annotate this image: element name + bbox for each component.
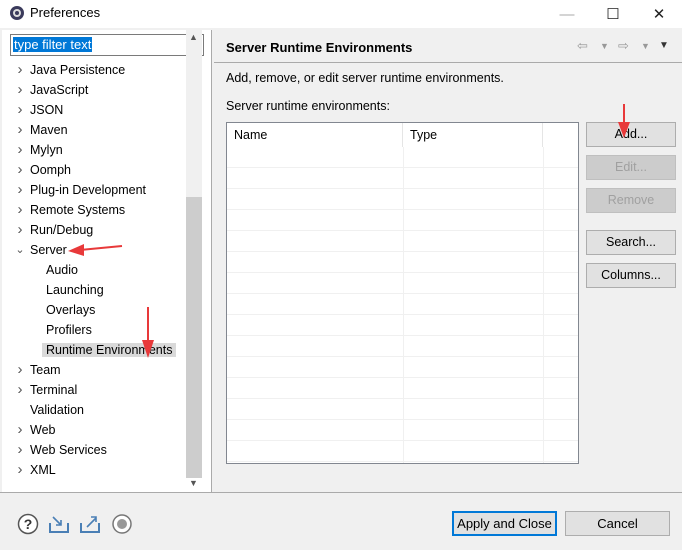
tree-item-label: Validation [30, 403, 84, 417]
tree-item-label: Audio [46, 263, 78, 277]
tree-item-label: Overlays [46, 303, 96, 317]
tree-item[interactable]: › Web Services [18, 440, 107, 460]
chevron-right-icon[interactable]: › [14, 380, 26, 400]
apply-and-close-button[interactable]: Apply and Close [452, 511, 557, 536]
tree-item[interactable]: › Run/Debug [18, 220, 94, 240]
tree-item[interactable]: › Web [18, 420, 56, 440]
tree-item-label: Launching [46, 283, 104, 297]
filter-text: type filter text [13, 37, 93, 52]
list-label: Server runtime environments: [226, 99, 390, 113]
chevron-right-icon[interactable]: › [14, 200, 26, 220]
column-header-name[interactable]: Name [227, 123, 403, 147]
page-description: Add, remove, or edit server runtime envi… [226, 71, 504, 85]
import-icon[interactable] [48, 513, 70, 535]
tree-item-label: Oomph [30, 163, 71, 177]
scroll-up-icon[interactable]: ▲ [189, 32, 198, 42]
tree-item-label: Plug-in Development [30, 183, 147, 197]
tree-item[interactable]: › Remote Systems [18, 200, 126, 220]
tree-item-label: XML [30, 463, 56, 477]
chevron-right-icon[interactable]: › [14, 160, 26, 180]
tree-item-label: JavaScript [30, 83, 89, 97]
chevron-right-icon[interactable]: › [14, 220, 26, 240]
dialog-footer: ? Apply and Close Cancel [0, 492, 682, 550]
chevron-right-icon[interactable]: › [14, 80, 26, 100]
column-divider [543, 147, 544, 463]
tree-item-label: Maven [30, 123, 68, 137]
tree-item-label: Server [30, 243, 67, 257]
tree-item[interactable]: › Terminal [18, 380, 78, 400]
chevron-right-icon[interactable]: › [14, 100, 26, 120]
tree-item[interactable]: › Oomph [18, 160, 72, 180]
tree-item-label: Profilers [46, 323, 92, 337]
filter-input[interactable]: type filter text [10, 34, 204, 56]
tree-item[interactable]: Profilers [46, 320, 92, 340]
chevron-right-icon[interactable]: › [14, 460, 26, 480]
scroll-down-icon[interactable]: ▼ [189, 478, 198, 488]
record-icon[interactable] [111, 513, 133, 535]
column-divider [403, 147, 404, 463]
chevron-right-icon[interactable]: › [14, 420, 26, 440]
tree-item-label: Web [30, 423, 56, 437]
chevron-right-icon[interactable]: › [14, 360, 26, 380]
back-menu-icon[interactable]: ▼ [600, 41, 609, 51]
minimize-button[interactable]: — [544, 0, 590, 28]
tree-item[interactable]: Audio [46, 260, 78, 280]
tree-item-label: Java Persistence [30, 63, 126, 77]
eclipse-gear-icon [10, 6, 24, 20]
tree-item[interactable]: › JavaScript [18, 80, 89, 100]
page-header: Server Runtime Environments ⇦ ▼ ⇨ ▼ ▼ [214, 30, 682, 63]
preference-tree-panel: type filter text › Java Persistence › JavaS… [2, 30, 212, 492]
tree-item[interactable]: › Mylyn [18, 140, 63, 160]
tree-item[interactable]: › JSON [18, 100, 64, 120]
tree-item[interactable]: Runtime Environments [42, 340, 177, 360]
back-icon[interactable]: ⇦ [577, 38, 588, 54]
cancel-button[interactable]: Cancel [565, 511, 670, 536]
help-icon[interactable]: ? [17, 513, 39, 535]
tree-item[interactable]: › Team [18, 360, 61, 380]
preference-page: Server Runtime Environments ⇦ ▼ ⇨ ▼ ▼ Ad… [214, 30, 682, 492]
tree-item-label: Runtime Environments [42, 343, 177, 357]
tree-item-label: Team [30, 363, 61, 377]
maximize-button[interactable]: ☐ [590, 0, 636, 28]
tree-item[interactable]: › Java Persistence [18, 60, 126, 80]
tree-item-label: Terminal [30, 383, 78, 397]
tree-item[interactable]: › Maven [18, 120, 68, 140]
tree-item-label: JSON [30, 103, 64, 117]
tree-item-label: Mylyn [30, 143, 63, 157]
chevron-right-icon[interactable]: › [14, 180, 26, 200]
tree-item[interactable]: › Plug-in Development [18, 180, 147, 200]
tree-item[interactable]: ⌄ Server [15, 240, 67, 260]
tree-item-label: Remote Systems [30, 203, 126, 217]
svg-text:?: ? [24, 516, 33, 532]
columns-button[interactable]: Columns... [586, 263, 676, 288]
forward-menu-icon[interactable]: ▼ [641, 41, 650, 51]
tree-item-label: Web Services [30, 443, 107, 457]
search-button[interactable]: Search... [586, 230, 676, 255]
title-bar: Preferences — ☐ ✕ [0, 0, 682, 28]
runtime-table[interactable]: Name Type [226, 122, 579, 464]
tree-item[interactable]: Validation [30, 400, 84, 420]
tree-item[interactable]: › XML [18, 460, 56, 480]
column-header-type[interactable]: Type [403, 123, 543, 147]
close-button[interactable]: ✕ [636, 0, 682, 28]
export-icon[interactable] [79, 513, 101, 535]
chevron-right-icon[interactable]: › [14, 60, 26, 80]
tree-item[interactable]: Launching [46, 280, 104, 300]
window-title: Preferences [30, 5, 101, 20]
scrollbar-thumb[interactable] [186, 197, 202, 478]
chevron-right-icon[interactable]: › [14, 120, 26, 140]
tree-item-label: Run/Debug [30, 223, 94, 237]
forward-icon[interactable]: ⇨ [618, 38, 629, 54]
chevron-down-icon[interactable]: ⌄ [14, 240, 26, 260]
page-title: Server Runtime Environments [226, 40, 413, 55]
chevron-right-icon[interactable]: › [14, 140, 26, 160]
edit-button[interactable]: Edit... [586, 155, 676, 180]
remove-button[interactable]: Remove [586, 188, 676, 213]
view-menu-icon[interactable]: ▼ [659, 40, 669, 51]
tree-item[interactable]: Overlays [46, 300, 95, 320]
chevron-right-icon[interactable]: › [14, 440, 26, 460]
add-button[interactable]: Add... [586, 122, 676, 147]
